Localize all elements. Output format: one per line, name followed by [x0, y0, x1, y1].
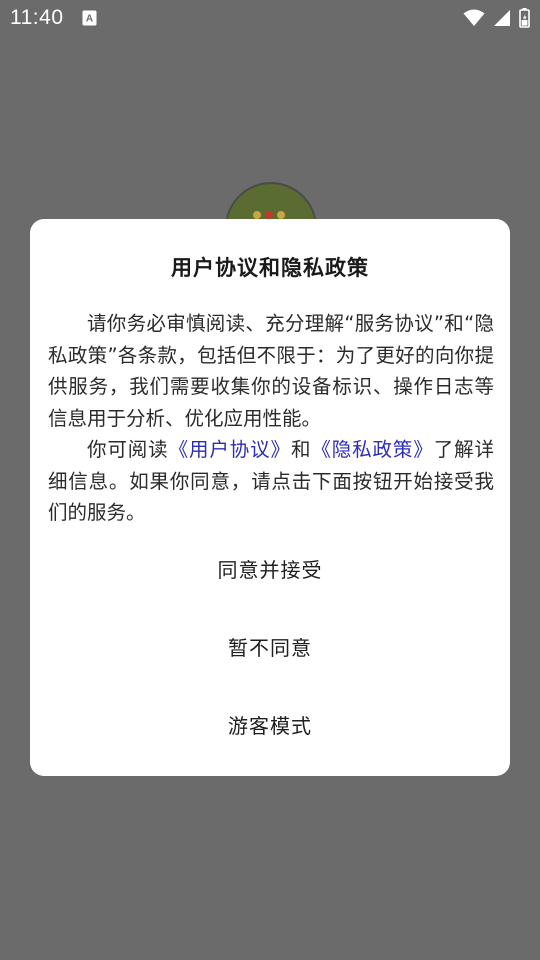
logo-dot-icon	[253, 211, 261, 219]
signal-icon	[494, 10, 510, 26]
logo-dot-icon	[277, 211, 285, 219]
privacy-policy-link[interactable]: 《隐私政策》	[311, 438, 433, 461]
links-paragraph: 你可阅读《用户协议》和《隐私政策》了解详细信息。如果你同意，请点击下面按钮开始接…	[48, 434, 494, 529]
paragraph-text: 你可阅读	[87, 438, 169, 461]
agreement-dialog: 用户协议和隐私政策 请你务必审慎阅读、充分理解“服务协议”和“隐私政策”各条款，…	[30, 219, 510, 776]
battery-icon	[519, 8, 530, 28]
status-icons	[463, 7, 530, 29]
accept-button[interactable]: 同意并接受	[30, 550, 510, 590]
dialog-title: 用户协议和隐私政策	[171, 256, 369, 280]
wifi-icon	[463, 9, 485, 26]
paragraph-text: 和	[290, 438, 312, 461]
svg-text:A: A	[86, 14, 93, 25]
decline-button[interactable]: 暂不同意	[30, 628, 510, 668]
guest-mode-button[interactable]: 游客模式	[30, 706, 510, 746]
user-agreement-link[interactable]: 《用户协议》	[169, 438, 291, 461]
status-bar: 11:40 A	[0, 0, 540, 36]
status-time: 11:40	[10, 6, 64, 29]
dialog-body: 请你务必审慎阅读、充分理解“服务协议”和“隐私政策”各条款，包括但不限于：为了更…	[48, 308, 494, 529]
agreement-paragraph: 请你务必审慎阅读、充分理解“服务协议”和“隐私政策”各条款，包括但不限于：为了更…	[48, 312, 494, 430]
text-icon: A	[82, 10, 97, 26]
logo-dot-icon	[265, 211, 273, 219]
